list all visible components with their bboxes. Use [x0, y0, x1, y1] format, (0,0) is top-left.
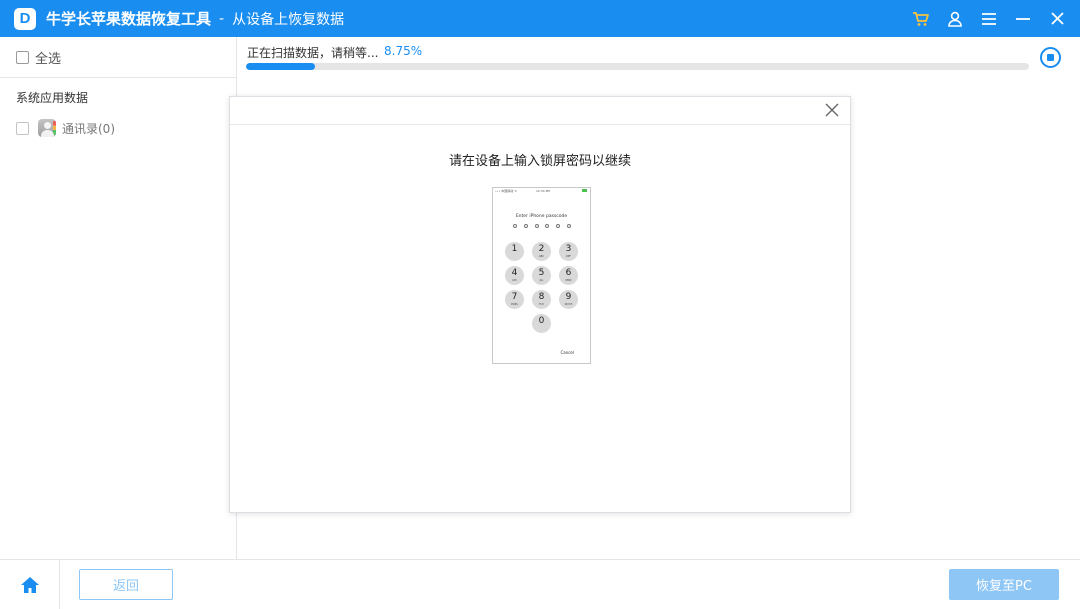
logo-letter: D: [19, 10, 31, 27]
stop-scan-button[interactable]: [1040, 47, 1061, 68]
contacts-checkbox[interactable]: [16, 121, 29, 135]
passcode-dots: [513, 224, 571, 228]
battery-icon: [582, 189, 587, 192]
menu-icon[interactable]: [972, 0, 1006, 37]
phone-passcode-prompt: Enter iPhone passcode: [515, 214, 568, 219]
stop-icon: [1047, 54, 1054, 61]
contacts-label: 通讯录(0): [62, 121, 115, 136]
passcode-dot: [513, 224, 517, 228]
select-all-row[interactable]: 全选: [0, 37, 236, 78]
minimize-icon[interactable]: [1006, 0, 1040, 37]
passcode-dot: [556, 224, 561, 228]
passcode-dot: [545, 224, 550, 228]
phone-carrier: ••• 中国移动 ᯤ: [495, 189, 517, 193]
title-separator: -: [219, 10, 225, 27]
phone-time: 12:34 PM: [536, 189, 550, 193]
keypad-key-8: 8 TUV: [532, 290, 551, 309]
window-subtitle: 从设备上恢复数据: [232, 11, 345, 28]
app-title: 牛学长苹果数据恢复工具: [46, 10, 212, 28]
keypad-key-7: 7 PQRS: [505, 290, 524, 309]
passcode-dialog: 请在设备上输入锁屏密码以继续 ••• 中国移动 ᯤ 12:34 PM Enter…: [229, 96, 851, 513]
dialog-close-icon[interactable]: [824, 102, 840, 118]
back-button[interactable]: 返回: [79, 569, 173, 600]
recover-to-pc-button[interactable]: 恢复至PC: [949, 569, 1059, 600]
user-icon[interactable]: [938, 0, 972, 37]
dialog-message: 请在设备上输入锁屏密码以继续: [448, 154, 631, 169]
keypad-key-6: 6 MNO: [559, 266, 578, 285]
sidebar: 全选 系统应用数据 通讯录(0): [0, 37, 237, 559]
keypad-key-3: 3 DEF: [559, 242, 578, 261]
passcode-dot: [534, 224, 539, 228]
home-icon: [20, 576, 39, 593]
close-icon[interactable]: [1040, 0, 1074, 37]
passcode-dot: [523, 224, 528, 228]
keypad-key-5: 5 JKL: [532, 266, 551, 285]
home-button[interactable]: [0, 560, 60, 609]
scan-status-text: 正在扫描数据，请稍等...: [247, 46, 379, 60]
dialog-header: [230, 97, 850, 125]
keypad-key-1: 1: [505, 242, 524, 261]
phone-cancel-label: Cancel: [560, 350, 574, 355]
keypad-key-9: 9 WXYZ: [559, 290, 578, 309]
cart-icon[interactable]: [904, 0, 938, 37]
select-all-checkbox[interactable]: [16, 50, 29, 64]
passcode-dot: [566, 224, 571, 228]
phone-passcode-illustration: ••• 中国移动 ᯤ 12:34 PM Enter iPhone passcod…: [492, 187, 591, 364]
keypad-key-0: 0: [532, 314, 551, 333]
scan-progress-bar: [246, 63, 1029, 70]
scan-percent: 8.75%: [384, 44, 423, 58]
keypad-key-4: 4 GHI: [505, 266, 524, 285]
bottom-bar: 返回 恢复至PC: [0, 559, 1080, 609]
sidebar-item-contacts[interactable]: 通讯录(0): [0, 119, 236, 137]
phone-status-bar: ••• 中国移动 ᯤ 12:34 PM: [493, 188, 590, 194]
contacts-icon: [38, 119, 56, 137]
scan-progress-fill: [246, 63, 315, 70]
select-all-label: 全选: [35, 51, 62, 67]
keypad-key-2: 2 ABC: [532, 242, 551, 261]
category-title: 系统应用数据: [16, 91, 89, 105]
app-logo: D: [14, 7, 36, 30]
title-bar: D 牛学长苹果数据恢复工具 - 从设备上恢复数据: [0, 0, 1080, 37]
